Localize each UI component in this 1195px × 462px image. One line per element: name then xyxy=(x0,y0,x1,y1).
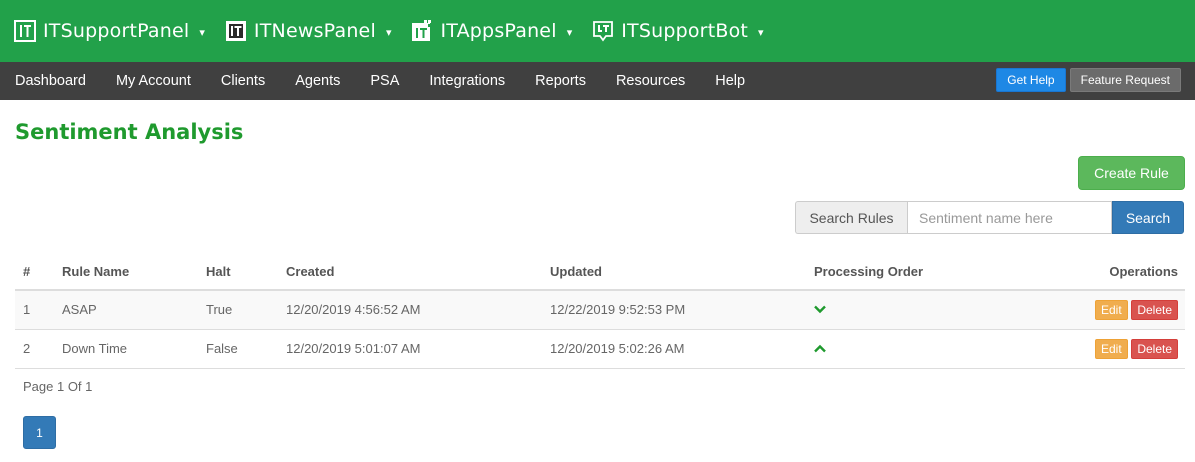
caret-down-icon: ▾ xyxy=(199,27,205,39)
cell-updated: 12/20/2019 5:02:26 AM xyxy=(542,329,806,369)
search-group: Search Rules Search xyxy=(795,201,1184,234)
nav-reports[interactable]: Reports xyxy=(520,73,601,89)
brand-bar: ITSupportPanel ▾ ITNewsPanel ▾ ITAppsPan… xyxy=(0,0,1195,62)
search-label: Search Rules xyxy=(795,201,907,234)
brand-itsupportpanel[interactable]: ITSupportPanel ▾ xyxy=(14,20,205,42)
nav-clients[interactable]: Clients xyxy=(206,73,280,89)
cell-operations: Edit Delete xyxy=(1006,290,1185,330)
main-nav: Dashboard My Account Clients Agents PSA … xyxy=(0,62,1195,100)
nav-help[interactable]: Help xyxy=(700,73,760,89)
edit-button[interactable]: Edit xyxy=(1095,299,1128,320)
brand-itsupportbot[interactable]: ITSupportBot ▾ xyxy=(592,20,764,42)
nav-integrations[interactable]: Integrations xyxy=(414,73,520,89)
table-row: 1 ASAP True 12/20/2019 4:56:52 AM 12/22/… xyxy=(15,290,1185,330)
chevron-down-icon[interactable] xyxy=(814,302,826,317)
brand-name: ITSupportPanel xyxy=(43,20,190,42)
it-bot-logo-icon xyxy=(592,20,614,42)
cell-created: 12/20/2019 5:01:07 AM xyxy=(278,329,542,369)
col-header-created[interactable]: Created xyxy=(278,253,542,291)
cell-number: 2 xyxy=(15,329,54,369)
brand-itnewspanel[interactable]: ITNewsPanel ▾ xyxy=(225,20,392,42)
nav-actions: Get Help Feature Request xyxy=(996,68,1181,92)
caret-down-icon: ▾ xyxy=(385,27,392,39)
it-apps-logo-icon xyxy=(411,20,433,42)
cell-number: 1 xyxy=(15,290,54,330)
create-rule-button[interactable]: Create Rule xyxy=(1078,156,1185,190)
search-input[interactable] xyxy=(907,201,1112,234)
delete-button[interactable]: Delete xyxy=(1131,299,1178,320)
cell-operations: Edit Delete xyxy=(1006,329,1185,369)
get-help-button[interactable]: Get Help xyxy=(996,68,1066,92)
page-button-1[interactable]: 1 xyxy=(23,416,56,449)
nav-resources[interactable]: Resources xyxy=(601,73,700,89)
cell-rule-name: Down Time xyxy=(54,329,198,369)
brand-name: ITNewsPanel xyxy=(253,20,376,42)
search-button[interactable]: Search xyxy=(1112,201,1184,234)
cell-processing-order xyxy=(806,329,1006,369)
brand-name: ITSupportBot xyxy=(621,20,749,42)
edit-button[interactable]: Edit xyxy=(1095,338,1128,359)
col-header-processing-order[interactable]: Processing Order xyxy=(806,253,1006,291)
cell-rule-name: ASAP xyxy=(54,290,198,330)
nav-psa[interactable]: PSA xyxy=(355,73,414,89)
caret-down-icon: ▾ xyxy=(566,27,573,39)
brand-name: ITAppsPanel xyxy=(440,20,557,42)
pagination-info: Page 1 Of 1 xyxy=(23,379,93,394)
rules-table: # Rule Name Halt Created Updated Process… xyxy=(15,253,1185,369)
col-header-halt[interactable]: Halt xyxy=(198,253,278,291)
col-header-number: # xyxy=(15,253,54,291)
nav-dashboard[interactable]: Dashboard xyxy=(0,73,101,89)
it-news-logo-icon xyxy=(225,20,247,42)
table-header-row: # Rule Name Halt Created Updated Process… xyxy=(15,253,1185,291)
page-title: Sentiment Analysis xyxy=(15,120,244,144)
it-logo-icon xyxy=(14,20,36,42)
cell-processing-order xyxy=(806,290,1006,330)
cell-created: 12/20/2019 4:56:52 AM xyxy=(278,290,542,330)
nav-agents[interactable]: Agents xyxy=(280,73,355,89)
nav-my-account[interactable]: My Account xyxy=(101,73,206,89)
col-header-rule-name[interactable]: Rule Name xyxy=(54,253,198,291)
feature-request-button[interactable]: Feature Request xyxy=(1069,68,1181,92)
col-header-updated[interactable]: Updated xyxy=(542,253,806,291)
cell-halt: True xyxy=(198,290,278,330)
brand-itappspanel[interactable]: ITAppsPanel ▾ xyxy=(411,20,572,42)
table-row: 2 Down Time False 12/20/2019 5:01:07 AM … xyxy=(15,329,1185,369)
cell-halt: False xyxy=(198,329,278,369)
delete-button[interactable]: Delete xyxy=(1131,338,1178,359)
cell-updated: 12/22/2019 9:52:53 PM xyxy=(542,290,806,330)
col-header-operations: Operations xyxy=(1006,253,1185,291)
caret-down-icon: ▾ xyxy=(758,27,764,39)
chevron-up-icon[interactable] xyxy=(814,341,826,356)
